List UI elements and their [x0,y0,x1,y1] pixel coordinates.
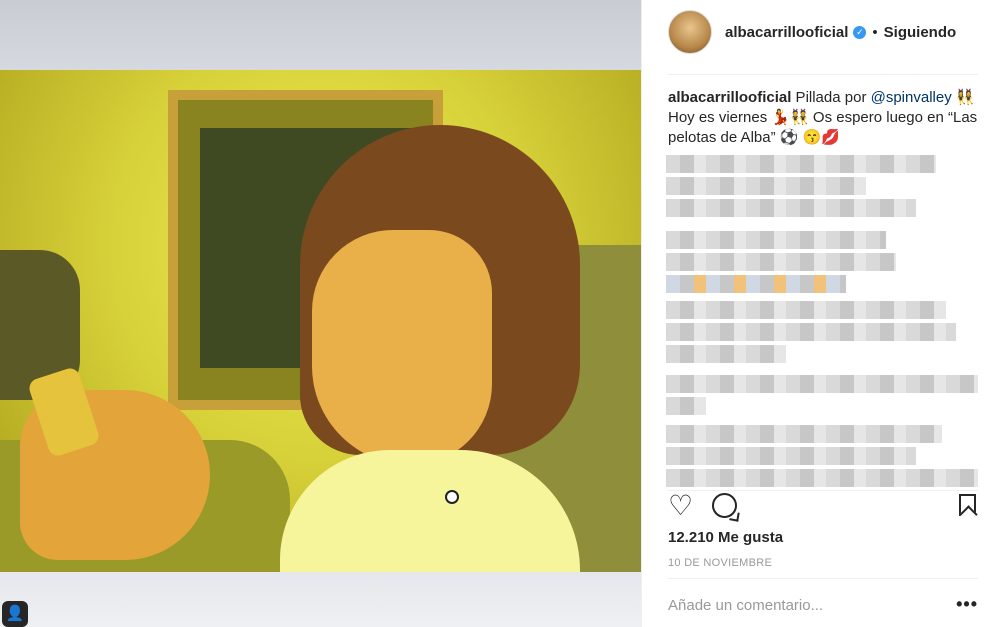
pixelated-line [666,323,956,341]
post-photo[interactable] [0,70,641,572]
person-face [312,230,492,465]
likes-count[interactable]: 12.210 Me gusta [668,529,783,546]
post-header: albacarrillooficial ✓ • Siguiendo [668,10,978,54]
pixelated-line [666,275,846,293]
pixelated-line [666,177,866,195]
header-username[interactable]: albacarrillooficial [725,24,848,41]
comment-bar: ••• [668,590,978,627]
verified-badge-icon: ✓ [853,25,867,39]
pixelated-line [666,155,936,173]
follow-status-button[interactable]: Siguiendo [884,24,957,41]
caption-mention-link[interactable]: @spinvalley [871,89,952,106]
pixelated-line [666,447,916,465]
comment-icon[interactable] [712,493,737,518]
post-actions: ♡ [668,492,978,522]
heart-icon[interactable]: ♡ [668,492,693,520]
pixelated-line [666,375,978,393]
zoom-cursor-icon [445,490,459,504]
more-options-icon[interactable]: ••• [956,594,978,615]
pixelated-line [666,425,942,443]
comment-input[interactable] [668,597,928,614]
header-divider [668,74,978,75]
pixelated-line [666,469,978,487]
caption-text-start: Pillada por [791,89,871,106]
pixelated-comments [666,155,982,487]
post-sidebar: albacarrillooficial ✓ • Siguiendo albaca… [641,0,1000,627]
photo-top-background [0,0,641,70]
caption-username[interactable]: albacarrillooficial [668,89,791,106]
user-icon[interactable]: 👤 [2,601,28,627]
pixelated-line [666,345,786,363]
comment-divider [668,578,978,579]
pixelated-line [666,199,916,217]
post-date: 10 DE NOVIEMBRE [668,557,773,569]
post-photo-panel: 👤 [0,0,641,627]
pixelated-line [666,253,896,271]
pixelated-line [666,397,706,415]
photo-bottom-background [0,572,641,627]
header-separator: • [872,23,878,41]
bookmark-icon[interactable] [959,494,976,516]
actions-divider [668,490,978,491]
pixelated-line [666,231,886,249]
post-caption: albacarrillooficial Pillada por @spinval… [668,88,980,148]
pixelated-line [666,301,946,319]
avatar[interactable] [668,10,712,54]
